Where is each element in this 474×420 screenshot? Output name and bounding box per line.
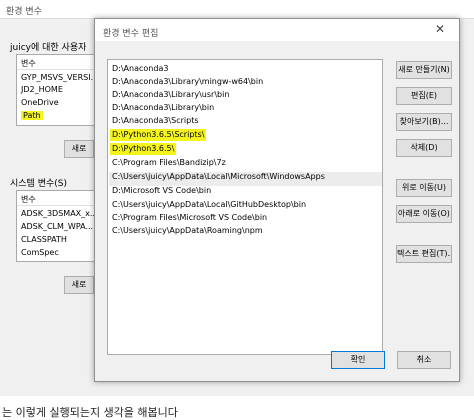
path-item[interactable]: C:\Users\juicy\AppData\Local\GitHubDeskt… <box>112 199 306 211</box>
close-icon[interactable]: ✕ <box>435 22 445 36</box>
user-variables-label: juicy에 대한 사용자 <box>10 43 87 53</box>
user-var-item-path[interactable]: Path <box>21 111 43 120</box>
user-var-item[interactable]: OneDrive <box>21 98 59 107</box>
back-dialog-title: 환경 변수 <box>6 7 42 17</box>
edit-dialog-titlebar: 환경 변수 편집 ✕ <box>95 19 459 41</box>
cancel-button[interactable]: 취소 <box>397 351 451 369</box>
page-caption-text: 는 이렇게 실행되는지 생각을 해봅니다 <box>2 406 178 419</box>
path-item[interactable]: D:\Anaconda3\Library\usr\bin <box>112 89 229 101</box>
user-variables-list[interactable]: 변수 GYP_MSVS_VERSI... JD2_HOME OneDrive P… <box>16 54 98 126</box>
ok-button[interactable]: 확인 <box>331 351 385 369</box>
delete-button[interactable]: 삭제(D) <box>396 139 452 157</box>
path-item-highlighted[interactable]: D:\Python3.6.5\Scripts\ <box>110 129 207 141</box>
path-list[interactable]: D:\Anaconda3 D:\Anaconda3\Library\mingw-… <box>107 59 383 355</box>
path-item[interactable]: D:\Anaconda3\Library\mingw-w64\bin <box>112 76 263 88</box>
edit-environment-variable-dialog: 환경 변수 편집 ✕ D:\Anaconda3 D:\Anaconda3\Lib… <box>94 18 460 382</box>
move-up-button[interactable]: 위로 이동(U) <box>396 179 452 197</box>
path-item[interactable]: D:\Microsoft VS Code\bin <box>112 185 211 197</box>
path-item[interactable]: C:\Program Files\Bandizip\7z <box>112 157 226 169</box>
header-divider <box>17 205 95 206</box>
path-item[interactable]: D:\Anaconda3\Scripts <box>112 115 199 127</box>
browse-button[interactable]: 찾아보기(B)... <box>396 113 452 131</box>
system-variables-list[interactable]: 변수 ADSK_3DSMAX_x... ADSK_CLM_WPA... CLAS… <box>16 190 98 262</box>
path-item[interactable]: C:\Users\juicy\AppData\Roaming\npm <box>112 225 263 237</box>
path-item-highlighted[interactable]: D:\Python3.6.5\ <box>110 143 177 155</box>
edit-dialog-title: 환경 변수 편집 <box>103 29 159 39</box>
user-var-item[interactable]: JD2_HOME <box>21 85 63 94</box>
path-item-selected[interactable]: C:\Users\juicy\AppData\Local\Microsoft\W… <box>112 171 325 183</box>
system-var-item[interactable]: CLASSPATH <box>21 235 67 244</box>
edit-button[interactable]: 편집(E) <box>396 87 452 105</box>
path-item[interactable]: D:\Anaconda3 <box>112 63 168 75</box>
system-list-header: 변수 <box>21 195 36 204</box>
new-button[interactable]: 새로 만들기(N) <box>396 61 452 79</box>
back-dialog-titlebar: 환경 변수 <box>0 0 474 19</box>
edit-text-button[interactable]: 텍스트 편집(T)... <box>396 245 452 263</box>
user-list-header: 변수 <box>21 59 36 68</box>
system-var-item[interactable]: ADSK_3DSMAX_x... <box>21 209 98 218</box>
system-var-item[interactable]: ComSpec <box>21 248 59 257</box>
move-down-button[interactable]: 아래로 이동(O) <box>396 205 452 223</box>
path-item[interactable]: C:\Program Files\Microsoft VS Code\bin <box>112 212 267 224</box>
header-divider <box>17 69 95 70</box>
system-var-item[interactable]: ADSK_CLM_WPA... <box>21 222 93 231</box>
system-variables-label: 시스템 변수(S) <box>10 179 67 189</box>
path-item[interactable]: D:\Anaconda3\Library\bin <box>112 102 214 114</box>
user-var-item[interactable]: GYP_MSVS_VERSI... <box>21 73 98 82</box>
system-new-button[interactable]: 새로 <box>64 276 94 294</box>
user-new-button[interactable]: 새로 <box>64 140 94 158</box>
